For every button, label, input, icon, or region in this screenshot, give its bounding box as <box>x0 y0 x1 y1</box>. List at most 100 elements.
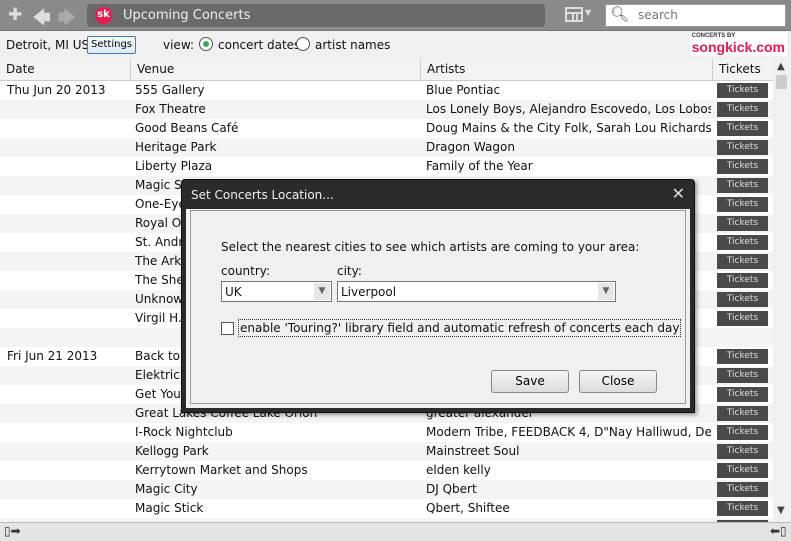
scroll-thumb[interactable] <box>776 75 787 89</box>
bottom-bar: ▯➡ ⬅▯ <box>0 522 791 541</box>
artists-cell: Qbert, Shiftee <box>426 501 510 515</box>
tickets-button[interactable]: Tickets <box>717 140 768 155</box>
table-row[interactable]: Magic Stick Qbert, Shiftee Tickets <box>0 499 773 518</box>
view-label: view: <box>163 38 195 52</box>
tickets-button[interactable]: Tickets <box>717 197 768 212</box>
settings-button[interactable]: Settings <box>87 36 136 54</box>
chevron-down-icon[interactable]: ▼ <box>314 283 330 300</box>
radio-artist-names[interactable] <box>296 37 310 51</box>
table-row[interactable]: Thu Jun 20 2013 555 Gallery Blue Pontiac Ti… <box>0 81 773 100</box>
city-label: city: <box>337 264 362 278</box>
table-row[interactable]: Fox Theatre Los Lonely Boys, Alejandro Es… <box>0 100 773 119</box>
country-select[interactable]: UK ▼ <box>221 281 332 302</box>
venue-cell: Heritage Park <box>135 140 217 154</box>
artists-cell: Los Lonely Boys, Alejandro Escovedo, Los… <box>426 102 711 116</box>
set-location-dialog: Set Concerts Location... ✕ Select the ne… <box>181 179 695 413</box>
tickets-button[interactable]: Tickets <box>717 159 768 174</box>
close-icon[interactable]: ✕ <box>672 184 685 203</box>
venue-cell: Magic City <box>135 482 198 496</box>
city-select[interactable]: Liverpool ▼ <box>337 281 616 302</box>
country-value: UK <box>225 285 242 299</box>
tickets-button[interactable]: Tickets <box>717 102 768 117</box>
chevron-down-icon[interactable]: ▼ <box>585 8 591 17</box>
artists-cell: DJ Qbert <box>426 482 477 496</box>
column-venue[interactable]: Venue <box>130 59 420 80</box>
tickets-button[interactable]: Tickets <box>717 235 768 250</box>
venue-cell: Liberty Plaza <box>135 159 213 173</box>
touring-checkbox[interactable] <box>221 322 234 335</box>
search-input[interactable] <box>638 8 778 22</box>
tickets-button[interactable]: Tickets <box>717 273 768 288</box>
artists-cell: Blue Pontiac <box>426 83 501 97</box>
layout-grid-icon[interactable] <box>565 7 583 22</box>
scroll-down-icon[interactable]: ▼ <box>777 505 785 516</box>
page-title: Upcoming Concerts <box>123 8 251 23</box>
column-tickets[interactable]: Tickets <box>712 59 773 80</box>
forward-arrow-icon[interactable]: 🡆 <box>58 5 76 34</box>
table-row[interactable]: Good Beans Café Doug Mains & the City Fol… <box>0 119 773 138</box>
touring-checkbox-label[interactable]: enable 'Touring?' library field and auto… <box>238 319 682 337</box>
table-row[interactable]: I-Rock Nightclub Modern Tribe, FEEDBACK 4… <box>0 423 773 442</box>
plus-icon[interactable]: ✚ <box>8 5 22 25</box>
tickets-button[interactable]: Tickets <box>717 368 768 383</box>
venue-cell: Fox Theatre <box>135 102 206 116</box>
tickets-button[interactable]: Tickets <box>717 444 768 459</box>
tickets-button[interactable]: Tickets <box>717 387 768 402</box>
column-date[interactable]: Date <box>0 59 130 80</box>
artists-cell: Family of the Year <box>426 159 533 173</box>
songkick-logo: sk <box>95 7 112 24</box>
tickets-button[interactable]: Tickets <box>717 501 768 516</box>
venue-cell: Kerrytown Market and Shops <box>135 463 308 477</box>
tickets-button[interactable]: Tickets <box>717 311 768 326</box>
artists-cell: Doug Mains & the City Folk, Sarah Lou Ri… <box>426 121 711 135</box>
dialog-instruction: Select the nearest cities to see which a… <box>221 240 640 254</box>
venue-cell: Kellogg Park <box>135 444 209 458</box>
chevron-down-icon[interactable]: ▼ <box>598 283 614 300</box>
search-box[interactable]: 🔍︎ <box>605 4 786 27</box>
scrollbar[interactable]: ▲ ▼ <box>773 59 791 522</box>
search-icon[interactable]: 🔍︎ <box>610 5 629 23</box>
city-value: Liverpool <box>341 285 397 299</box>
back-arrow-icon[interactable]: 🡄 <box>33 5 51 34</box>
options-bar: Detroit, MI US Settings view: concert da… <box>0 31 791 59</box>
tickets-button[interactable]: Tickets <box>717 254 768 269</box>
tickets-button[interactable]: Tickets <box>717 482 768 497</box>
close-button[interactable]: Close <box>579 370 657 393</box>
scroll-up-icon[interactable]: ▲ <box>777 61 785 72</box>
radio-concert-dates-label[interactable]: concert dates <box>218 38 300 52</box>
venue-cell: Good Beans Café <box>135 121 239 135</box>
title-box: sk Upcoming Concerts <box>87 4 545 27</box>
table-row[interactable]: Kellogg Park Mainstreet Soul Tickets <box>0 442 773 461</box>
radio-artist-names-label[interactable]: artist names <box>315 38 390 52</box>
songkick-brand-logo[interactable]: CONCERTS BY songkick.com <box>689 32 787 56</box>
tickets-button[interactable]: Tickets <box>717 178 768 193</box>
radio-concert-dates[interactable] <box>199 37 213 51</box>
tickets-button[interactable]: Tickets <box>717 292 768 307</box>
tickets-button[interactable]: Tickets <box>717 349 768 364</box>
table-row[interactable]: Heritage Park Dragon Wagon Tickets <box>0 138 773 157</box>
venue-cell: I-Rock Nightclub <box>135 425 233 439</box>
save-button[interactable]: Save <box>491 370 569 393</box>
artists-cell: Mainstreet Soul <box>426 444 520 458</box>
toolbar: ✚ 🡄 🡆 sk Upcoming Concerts ▼ 🔍︎ <box>0 0 791 31</box>
table-row[interactable]: Magic City DJ Qbert Tickets <box>0 480 773 499</box>
artists-cell: Modern Tribe, FEEDBACK 4, D"Nay Halliwud… <box>426 425 711 439</box>
collapse-right-icon[interactable]: ⬅▯ <box>770 524 787 538</box>
tickets-button[interactable]: Tickets <box>717 216 768 231</box>
tickets-button[interactable]: Tickets <box>717 425 768 440</box>
table-row[interactable]: Liberty Plaza Family of the Year Tickets <box>0 157 773 176</box>
tickets-button[interactable]: Tickets <box>717 121 768 136</box>
venue-cell: Magic Stick <box>135 501 204 515</box>
column-artists[interactable]: Artists <box>420 59 712 80</box>
tickets-button[interactable]: Tickets <box>717 83 768 98</box>
date-cell: Fri Jun 21 2013 <box>7 349 98 363</box>
tickets-button[interactable]: Tickets <box>717 463 768 478</box>
tickets-button[interactable]: Tickets <box>717 406 768 421</box>
table-row[interactable]: Kerrytown Market and Shops elden kelly Tic… <box>0 461 773 480</box>
expand-left-icon[interactable]: ▯➡ <box>4 524 21 538</box>
table-header: Date Venue Artists Tickets <box>0 59 773 81</box>
artists-cell: Dragon Wagon <box>426 140 515 154</box>
venue-cell: 555 Gallery <box>135 83 205 97</box>
brand-name: songkick.com <box>691 39 785 55</box>
date-cell: Thu Jun 20 2013 <box>7 83 106 97</box>
